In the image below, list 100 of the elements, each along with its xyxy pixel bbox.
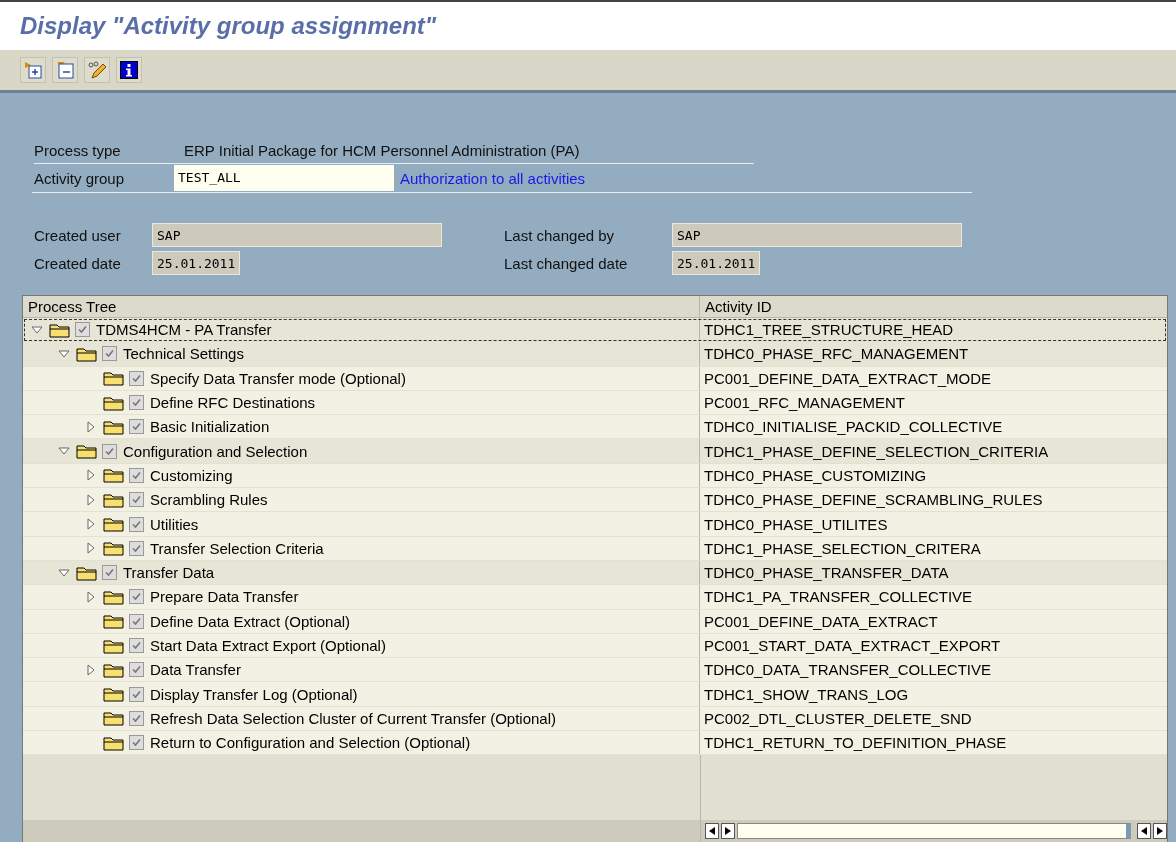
folder-icon [103,467,125,484]
tree-node-label: Display Transfer Log (Optional) [150,685,358,703]
info-button[interactable] [116,57,142,83]
checkmark-icon [131,469,142,481]
glasses-pencil-icon [88,61,106,79]
window-title: Display "Activity group assignment" [20,12,437,40]
tree-row[interactable]: Transfer Data TDHC0_PHASE_TRANSFER_DATA [23,560,1167,586]
checkbox[interactable] [102,565,117,581]
tree-row[interactable]: Data Transfer TDHC0_DATA_TRANSFER_COLLECTIVE [23,658,1167,683]
activity-id-cell: PC001_DEFINE_DATA_EXTRACT [704,612,938,630]
folder-icon [103,637,125,654]
scroll-right-button[interactable] [721,823,735,839]
field-label: Created date [34,254,122,272]
checkbox[interactable] [129,735,144,751]
activity-group-description: Authorization to all activities [400,169,586,187]
collapse-node-icon[interactable] [58,347,70,360]
expand-node-icon[interactable] [85,420,97,433]
checkmark-icon [104,445,115,457]
column-header[interactable]: Process Tree [23,296,700,318]
expand-node-icon[interactable] [85,590,97,603]
checkbox[interactable] [129,686,144,702]
checkbox[interactable] [129,613,144,629]
checkbox[interactable] [129,395,144,411]
expand-subtree-button[interactable] [20,57,46,83]
checkmark-icon [131,737,142,749]
folder-icon [103,516,125,532]
scroll-right-button[interactable] [1153,823,1167,839]
expand-node-icon[interactable] [85,542,97,555]
checkmark-icon [131,494,142,506]
collapse-icon [56,61,74,79]
checkbox[interactable] [129,370,144,386]
activity-id-cell: PC001_DEFINE_DATA_EXTRACT_MODE [704,369,992,387]
checkbox[interactable] [129,516,144,532]
checkbox[interactable] [129,419,144,435]
checkmark-icon [131,615,142,627]
folder-icon [103,418,125,435]
expand-node-icon[interactable] [85,469,97,482]
edit-button[interactable] [84,57,110,83]
process-type-value: ERP Initial Package for HCM Personnel Administration (PA) [184,141,580,159]
tree-node-label: Basic Initialization [150,418,270,436]
checkbox[interactable] [129,589,144,605]
checkbox[interactable] [75,322,90,338]
activity-id-cell: TDHC1_PHASE_SELECTION_CRITERA [704,539,981,557]
tree-row[interactable]: Define RFC Destinations PC001_RFC_MANAGEMENT [23,390,1167,416]
horizontal-scrollbar[interactable] [737,823,1131,839]
activity-id-cell: TDHC0_PHASE_TRANSFER_DATA [704,564,949,582]
tree-row[interactable]: Technical Settings TDHC0_PHASE_RFC_MANAGEMENT [23,342,1167,367]
activity-id-cell: TDHC1_SHOW_TRANS_LOG [704,685,909,703]
collapse-node-icon[interactable] [31,323,43,336]
column-header[interactable]: Activity ID [700,296,1167,318]
tree-row[interactable]: Specify Data Transfer mode (Optional) PC001_DEFINE_DATA_EXTRACT_MODE [23,366,1167,391]
checkmark-icon [131,421,142,433]
expand-node-icon[interactable] [85,493,97,506]
tree-row[interactable]: Refresh Data Selection Cluster of Current Transfer (Optional) PC002_DTL_CLUSTER_DELETE_SND [23,706,1167,732]
activity-id-cell: PC001_RFC_MANAGEMENT [704,394,905,412]
activity-id-cell: TDHC0_PHASE_CUSTOMIZING [704,466,927,484]
checkbox[interactable] [129,638,144,653]
folder-icon [103,491,125,508]
tree-row[interactable]: Display Transfer Log (Optional) TDHC1_SHOW_TRANS_LOG [23,682,1167,707]
checkbox[interactable] [102,346,117,362]
checkbox[interactable] [129,540,144,556]
tree-node-label: Customizing [150,466,233,484]
collapse-node-icon[interactable] [58,566,70,579]
folder-icon [103,734,125,751]
activity-id-cell: TDHC1_PA_TRANSFER_COLLECTIVE [704,588,973,606]
field-label: Last changed by [504,226,616,244]
activity-id-cell: PC001_START_DATA_EXTRACT_EXPORT [704,637,1001,654]
checkmark-icon [131,542,142,554]
scroll-left-button[interactable] [705,823,719,839]
folder-icon [103,394,125,411]
folder-icon [103,540,125,557]
tree-node-label: Define RFC Destinations [150,394,316,412]
tree-row[interactable]: Start Data Extract Export (Optional) PC001_START_DATA_EXTRACT_EXPORT [23,633,1167,659]
checkbox[interactable] [129,467,144,483]
tree-row[interactable]: Configuration and Selection TDHC1_PHASE_DEFINE_SELECTION_CRITERIA [23,439,1167,464]
scroll-left-button[interactable] [1137,823,1151,839]
tree-node-label: Configuration and Selection [123,442,308,460]
tree-row[interactable]: Customizing TDHC0_PHASE_CUSTOMIZING [23,463,1167,489]
tree-row[interactable]: Define Data Extract (Optional) PC001_DEFINE_DATA_EXTRACT [23,609,1167,634]
collapse-subtree-button[interactable] [52,57,78,83]
activity-id-cell: TDHC0_PHASE_DEFINE_SCRAMBLING_RULES [704,491,1043,509]
checkmark-icon [131,664,142,676]
checkmark-icon [131,397,142,409]
folder-icon [103,588,125,605]
tree-row[interactable]: TDMS4HCM - PA Transfer TDHC1_TREE_STRUCTURE_HEAD [23,318,1167,343]
tree-row[interactable]: Scrambling Rules TDHC0_PHASE_DEFINE_SCRAMBLING_RULES [23,488,1167,513]
expand-node-icon[interactable] [85,518,97,530]
tree-node-label: Data Transfer [150,661,241,679]
checkbox[interactable] [102,443,117,459]
activity-id-cell: PC002_DTL_CLUSTER_DELETE_SND [704,709,972,727]
checkbox[interactable] [129,662,144,678]
activity-id-cell: TDHC0_PHASE_RFC_MANAGEMENT [704,345,969,363]
tree-row[interactable]: Utilities TDHC0_PHASE_UTILITES [23,512,1167,537]
activity-group-field[interactable]: TEST_ALL [174,165,394,191]
expand-node-icon[interactable] [85,663,97,676]
tree-row[interactable]: Prepare Data Transfer TDHC1_PA_TRANSFER_COLLECTIVE [23,585,1167,610]
checkbox[interactable] [129,492,144,508]
tree-node-label: Define Data Extract (Optional) [150,612,351,630]
tree-row[interactable]: Transfer Selection Criteria TDHC1_PHASE_SELECTION_CRITERA [23,536,1167,561]
checkbox[interactable] [129,710,144,726]
